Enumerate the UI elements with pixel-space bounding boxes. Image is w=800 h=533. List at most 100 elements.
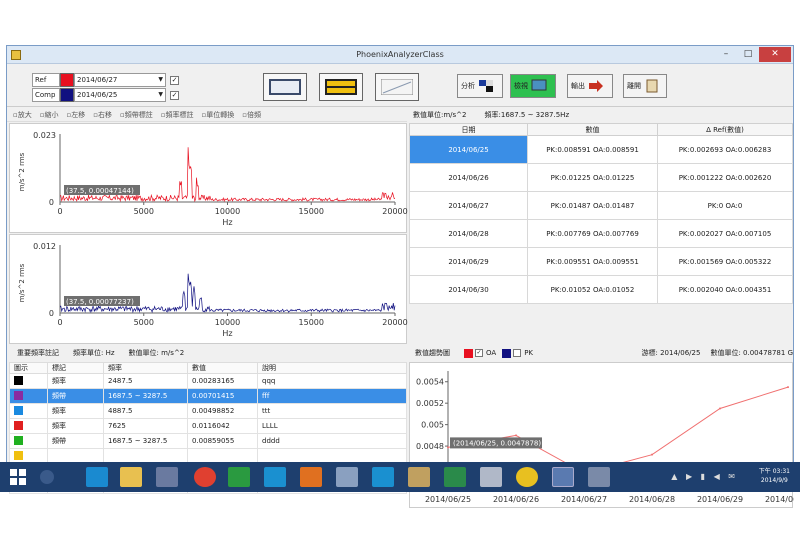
clock[interactable]: 下午 03:31 2014/9/9 [759, 467, 790, 485]
app-icon-2[interactable] [336, 467, 358, 487]
desc-cell[interactable]: dddd [257, 433, 407, 449]
system-tray[interactable]: ▲ ▶ ▮ ◀ ✉ [671, 472, 738, 481]
freq-cell[interactable]: 1687.5 ~ 3287.5 [103, 388, 188, 404]
mark-cell[interactable]: 頻率 [47, 403, 104, 419]
mark-cell[interactable]: 頻率 [47, 373, 104, 389]
check-button[interactable]: 檢視 [510, 74, 556, 98]
freq-cell[interactable]: 1687.5 ~ 3287.5 [103, 433, 188, 449]
value-cell[interactable]: PK:0.01487 OA:0.01487 [527, 191, 658, 220]
desc-cell[interactable]: fff [257, 388, 407, 404]
mark-cell[interactable]: 頻率 [47, 418, 104, 434]
subtool-zoom-in[interactable]: ▫放大 [13, 110, 32, 120]
search-icon[interactable] [40, 470, 54, 484]
freq-cell[interactable]: 4887.5 [103, 403, 188, 419]
mark-color-cell[interactable] [9, 418, 48, 434]
date-cell[interactable]: 2014/06/28 [409, 219, 528, 248]
layout-style-3-button[interactable] [375, 73, 419, 101]
phoenix-app-icon[interactable] [552, 467, 574, 487]
date-cell[interactable]: 2014/06/30 [409, 275, 528, 304]
pk-checkbox[interactable] [513, 349, 522, 357]
col-delta[interactable]: Δ Ref(數值) [657, 123, 793, 136]
table-row[interactable]: 2014/06/27 PK:0.01487 OA:0.01487 PK:0 OA:0 [409, 191, 793, 220]
col-value[interactable]: 數值 [527, 123, 658, 136]
mark-color-cell[interactable] [9, 403, 48, 419]
subtool-arrow-right[interactable]: ▫右移 [93, 110, 112, 120]
freq-cell[interactable]: 2487.5 [103, 373, 188, 389]
title-bar[interactable]: PhoenixAnalyzerClass – □ ✕ [7, 46, 793, 64]
mark-cell[interactable]: 頻帶 [47, 433, 104, 449]
value-cell[interactable]: PK:0.007769 OA:0.007769 [527, 219, 658, 248]
skype-icon-2[interactable] [372, 467, 394, 487]
date-cell[interactable]: 2014/06/29 [409, 247, 528, 276]
app-icon-1[interactable] [156, 467, 178, 487]
value-cell[interactable]: 0.00498852 [187, 403, 258, 419]
desc-cell[interactable]: qqq [257, 373, 407, 389]
skype-icon[interactable] [264, 467, 286, 487]
ref-checkbox[interactable]: ✓ [170, 75, 179, 85]
date-cell[interactable]: 2014/06/27 [409, 191, 528, 220]
oa-checkbox[interactable]: ✓ [475, 349, 483, 357]
list-item[interactable]: 頻率 2487.5 0.00283165 qqq [9, 373, 407, 389]
table-row[interactable]: 2014/06/30 PK:0.01052 OA:0.01052 PK:0.0020… [409, 275, 793, 304]
top-spectrum-chart[interactable]: 0.023 0 m/s^2 rms 0 5000 10000 15000 20000 Hz (37… [9, 123, 408, 233]
mark-cell[interactable]: 頻帶 [47, 388, 104, 404]
ref-date-dropdown[interactable]: 2014/06/27 ▼ [74, 73, 166, 87]
analyze-button[interactable]: 分析 [457, 74, 503, 98]
comp-color-swatch[interactable] [60, 88, 74, 102]
delta-cell[interactable]: PK:0.001222 OA:0.002620 [657, 163, 793, 192]
exit-button[interactable]: 離開 [623, 74, 667, 98]
mark-color-cell[interactable] [9, 373, 48, 389]
table-row[interactable]: 2014/06/29 PK:0.009551 OA:0.009551 PK:0.00… [409, 247, 793, 276]
subtool-freq-mark[interactable]: ▫頻率標註 [161, 110, 194, 120]
subtool-arrow-left[interactable]: ▫左移 [67, 110, 86, 120]
minimize-button[interactable]: – [715, 47, 737, 62]
comp-checkbox[interactable]: ✓ [170, 90, 179, 100]
desc-cell[interactable]: LLLL [257, 418, 407, 434]
value-cell[interactable]: 0.00859055 [187, 433, 258, 449]
close-button[interactable]: ✕ [759, 47, 791, 62]
mark-color-cell[interactable] [9, 388, 48, 404]
value-cell[interactable]: PK:0.008591 OA:0.008591 [527, 135, 658, 164]
store-icon[interactable] [228, 467, 250, 487]
subtool-unit-convert[interactable]: ▫單位轉換 [202, 110, 235, 120]
layout-style-1-button[interactable] [263, 73, 307, 101]
subtool-band-mark[interactable]: ▫頻帶標註 [120, 110, 153, 120]
delta-cell[interactable]: PK:0.002027 OA:0.007105 [657, 219, 793, 248]
ie-icon[interactable] [86, 467, 108, 487]
date-cell[interactable]: 2014/06/25 [409, 135, 528, 164]
table-row[interactable]: 2014/06/28 PK:0.007769 OA:0.007769 PK:0.00… [409, 219, 793, 248]
tools-icon[interactable] [408, 467, 430, 487]
qq-icon[interactable] [516, 467, 538, 487]
chrome-icon[interactable] [194, 467, 216, 487]
ref-color-swatch[interactable] [60, 73, 74, 87]
list-item[interactable]: 頻率 7625 0.0116042 LLLL [9, 418, 407, 434]
list-item[interactable]: 頻率 4887.5 0.00498852 ttt [9, 403, 407, 419]
freq-cell[interactable]: 7625 [103, 418, 188, 434]
document-icon[interactable] [480, 467, 502, 487]
subtool-octave[interactable]: ▫倍頻 [242, 110, 261, 120]
value-cell[interactable]: PK:0.009551 OA:0.009551 [527, 247, 658, 276]
list-item[interactable]: 頻帶 1687.5 ~ 3287.5 0.00859055 dddd [9, 433, 407, 449]
desc-cell[interactable]: ttt [257, 403, 407, 419]
value-cell[interactable]: 0.00283165 [187, 373, 258, 389]
value-cell[interactable]: PK:0.01052 OA:0.01052 [527, 275, 658, 304]
table-row[interactable]: 2014/06/26 PK:0.01225 OA:0.01225 PK:0.0012… [409, 163, 793, 192]
folder-icon[interactable] [120, 467, 142, 487]
value-cell[interactable]: PK:0.01225 OA:0.01225 [527, 163, 658, 192]
layout-style-2-button[interactable] [319, 73, 363, 101]
delta-cell[interactable]: PK:0.002040 OA:0.004351 [657, 275, 793, 304]
comp-date-dropdown[interactable]: 2014/06/25 ▼ [74, 88, 166, 102]
table-row[interactable]: 2014/06/25 PK:0.008591 OA:0.008591 PK:0.00… [409, 135, 793, 164]
subtool-zoom-out[interactable]: ▫縮小 [40, 110, 59, 120]
outlook-icon[interactable] [300, 467, 322, 487]
app-icon-3[interactable] [588, 467, 610, 487]
maximize-button[interactable]: □ [737, 47, 759, 62]
col-date[interactable]: 日期 [409, 123, 528, 136]
bottom-spectrum-chart[interactable]: 0.012 0 m/s^2 rms 0 5000 10000 15000 20000 Hz (37… [9, 234, 408, 344]
export-button[interactable]: 輸出 [567, 74, 613, 98]
value-cell[interactable]: 0.00701415 [187, 388, 258, 404]
mark-color-cell[interactable] [9, 433, 48, 449]
delta-cell[interactable]: PK:0.002693 OA:0.006283 [657, 135, 793, 164]
value-cell[interactable]: 0.0116042 [187, 418, 258, 434]
date-cell[interactable]: 2014/06/26 [409, 163, 528, 192]
